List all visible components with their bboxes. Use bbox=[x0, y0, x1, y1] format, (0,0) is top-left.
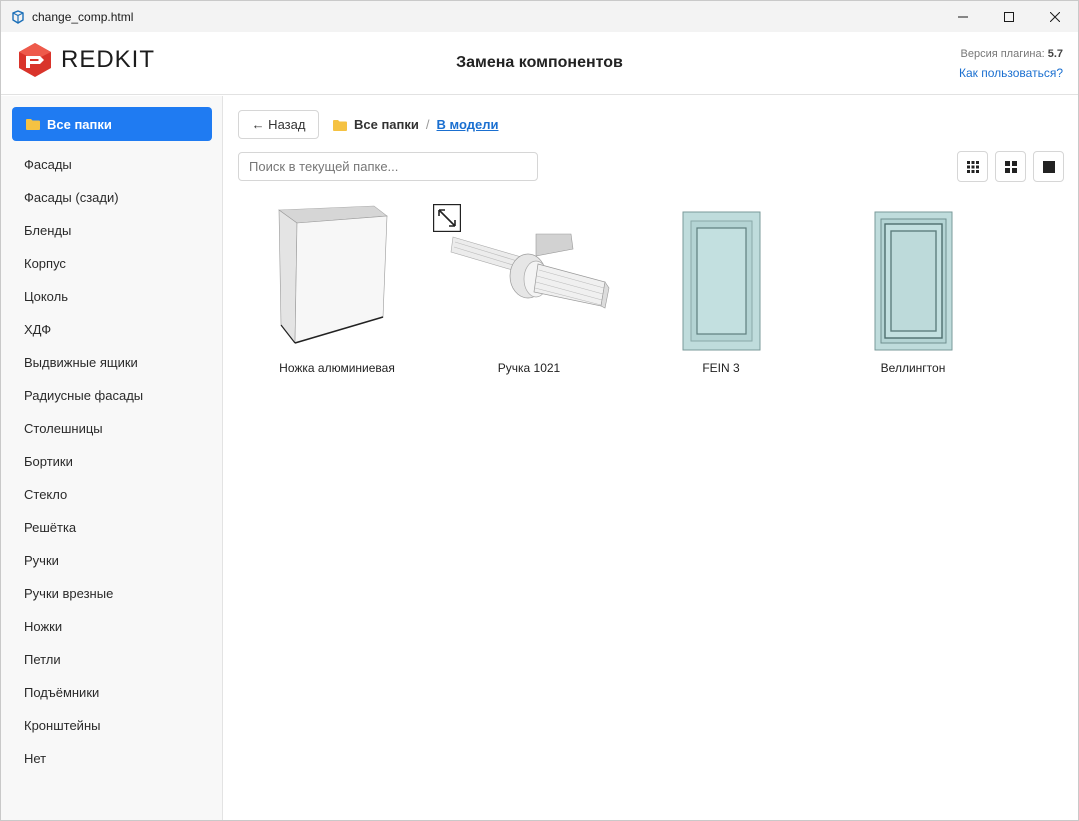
plugin-version: Версия плагина: 5.7 bbox=[961, 48, 1064, 60]
window-title: change_comp.html bbox=[32, 9, 134, 24]
component-label: Веллингтон bbox=[880, 361, 946, 375]
sidebar-item[interactable]: Бленды bbox=[1, 214, 222, 247]
sidebar-item[interactable]: Корпус bbox=[1, 247, 222, 280]
grid-medium-icon bbox=[1004, 160, 1017, 173]
maximize-button[interactable] bbox=[986, 1, 1032, 32]
sidebar-item[interactable]: Радиусные фасады bbox=[1, 379, 222, 412]
component-card[interactable]: Ручка 1021 bbox=[433, 204, 625, 375]
component-card[interactable]: FEIN 3 bbox=[625, 204, 817, 375]
view-medium-grid-button[interactable] bbox=[995, 151, 1026, 182]
sketchup-app-icon bbox=[11, 9, 25, 24]
sidebar-item[interactable]: Ручки bbox=[1, 544, 222, 577]
sidebar-item[interactable]: Фасады (сзади) bbox=[1, 181, 222, 214]
sidebar-item[interactable]: Выдвижные ящики bbox=[1, 346, 222, 379]
sidebar-item[interactable]: Ручки врезные bbox=[1, 577, 222, 610]
leg-block-thumbnail bbox=[241, 204, 433, 354]
title-bar: change_comp.html bbox=[1, 1, 1078, 32]
component-label: Ручка 1021 bbox=[497, 361, 561, 375]
main-content: ← Назад Все папки / В модели Поиск в тек… bbox=[224, 96, 1078, 820]
component-label: FEIN 3 bbox=[702, 361, 740, 375]
sidebar-item[interactable]: ХДФ bbox=[1, 313, 222, 346]
sidebar-item[interactable]: Петли bbox=[1, 643, 222, 676]
sidebar-item-label: Все папки bbox=[47, 116, 112, 132]
sidebar-item[interactable]: Решётка bbox=[1, 511, 222, 544]
component-grid: Ножка алюминиевая Ручка 1021 FEIN 3 Велл… bbox=[241, 204, 1009, 375]
version-value: 5.7 bbox=[1047, 48, 1063, 60]
how-to-use-link[interactable]: Как пользоваться? bbox=[959, 66, 1063, 80]
app-window: change_comp.html REDKIT Замена компонент… bbox=[0, 0, 1079, 821]
minimize-button[interactable] bbox=[940, 1, 986, 32]
folder-icon bbox=[26, 119, 40, 130]
sidebar-item[interactable]: Бортики bbox=[1, 445, 222, 478]
close-button[interactable] bbox=[1032, 1, 1078, 32]
view-small-grid-button[interactable] bbox=[957, 151, 988, 182]
sidebar-item[interactable]: Столешницы bbox=[1, 412, 222, 445]
component-card[interactable]: Ножка алюминиевая bbox=[241, 204, 433, 375]
expand-icon[interactable] bbox=[433, 204, 461, 232]
window-controls bbox=[940, 1, 1078, 32]
breadcrumb-root[interactable]: Все папки bbox=[354, 117, 419, 132]
view-mode-switcher bbox=[957, 151, 1064, 182]
grid-large-icon bbox=[1042, 160, 1055, 173]
close-icon bbox=[1050, 11, 1060, 22]
breadcrumb-current[interactable]: В модели bbox=[437, 117, 499, 132]
minimize-icon bbox=[958, 16, 968, 17]
back-button[interactable]: ← Назад bbox=[238, 110, 319, 139]
sidebar-item[interactable]: Кронштейны bbox=[1, 709, 222, 742]
sidebar-item[interactable]: Стекло bbox=[1, 478, 222, 511]
grid-small-icon bbox=[966, 160, 979, 173]
search-input[interactable] bbox=[238, 152, 538, 181]
folder-icon bbox=[333, 119, 347, 131]
sidebar-item-all-folders[interactable]: Все папки bbox=[12, 107, 212, 141]
version-label: Версия плагина: bbox=[960, 48, 1045, 60]
handle-thumbnail bbox=[433, 204, 625, 354]
app-header: REDKIT Замена компонентов Версия плагина… bbox=[1, 32, 1078, 95]
facade-panel-framed-thumbnail bbox=[817, 204, 1009, 354]
breadcrumb-separator: / bbox=[425, 117, 430, 132]
breadcrumb: Все папки / В модели bbox=[333, 117, 498, 132]
folder-list: Фасады Фасады (сзади) Бленды Корпус Цоко… bbox=[1, 148, 222, 775]
view-large-button[interactable] bbox=[1033, 151, 1064, 182]
sidebar-item[interactable]: Ножки bbox=[1, 610, 222, 643]
page-title: Замена компонентов bbox=[456, 54, 623, 71]
sidebar-item[interactable]: Нет bbox=[1, 742, 222, 775]
facade-panel-thumbnail bbox=[625, 204, 817, 354]
folder-sidebar: Все папки Фасады Фасады (сзади) Бленды К… bbox=[1, 96, 223, 820]
sidebar-item[interactable]: Фасады bbox=[1, 148, 222, 181]
sidebar-item[interactable]: Подъёмники bbox=[1, 676, 222, 709]
component-label: Ножка алюминиевая bbox=[279, 361, 395, 375]
sidebar-item[interactable]: Цоколь bbox=[1, 280, 222, 313]
component-card[interactable]: Веллингтон bbox=[817, 204, 1009, 375]
maximize-icon bbox=[1004, 11, 1014, 22]
